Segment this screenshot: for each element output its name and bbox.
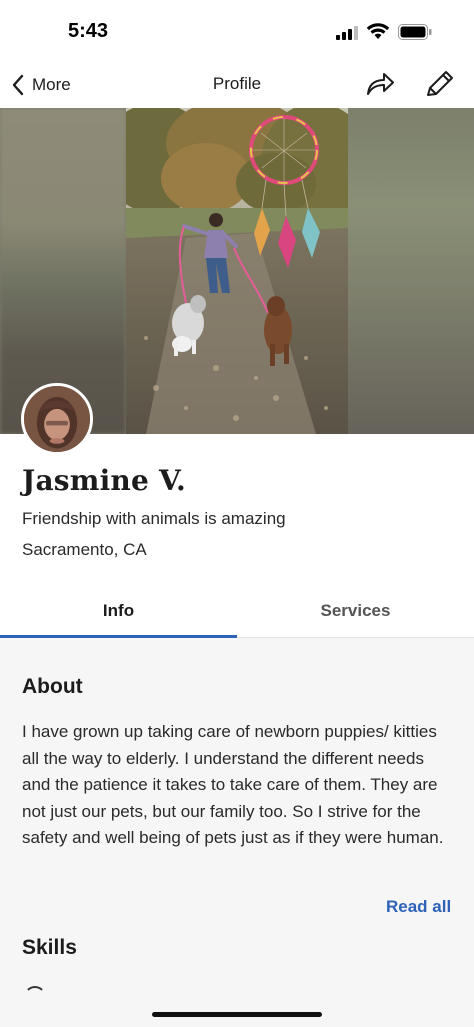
- skills-heading: Skills: [22, 936, 77, 959]
- about-text: I have grown up taking care of newborn p…: [22, 722, 444, 847]
- home-indicator: [152, 1012, 322, 1017]
- status-time: 5:43: [68, 20, 109, 42]
- profile-tabs: Info Services: [0, 588, 474, 638]
- share-icon[interactable]: [364, 69, 396, 99]
- status-bar: 5:43: [0, 0, 474, 62]
- battery-icon: [398, 24, 432, 40]
- tab-info[interactable]: Info: [0, 588, 237, 638]
- skill-icon: [24, 986, 46, 1008]
- pencil-icon[interactable]: [422, 68, 456, 100]
- cover-photo-image: [126, 108, 348, 434]
- read-all-link[interactable]: Read all: [386, 897, 451, 917]
- profile-tagline: Friendship with animals is amazing: [22, 509, 286, 528]
- about-heading: About: [22, 675, 83, 698]
- cellular-signal-icon: [336, 26, 358, 40]
- nav-bar: More Profile: [0, 62, 474, 108]
- profile-name: Jasmine V.: [22, 464, 186, 497]
- cover-photo-blur-right: [348, 108, 474, 434]
- avatar: [21, 383, 93, 455]
- page-title: Profile: [212, 74, 262, 93]
- wifi-icon: [366, 23, 390, 39]
- profile-location: Sacramento, CA: [22, 540, 147, 559]
- tab-services[interactable]: Services: [237, 588, 474, 638]
